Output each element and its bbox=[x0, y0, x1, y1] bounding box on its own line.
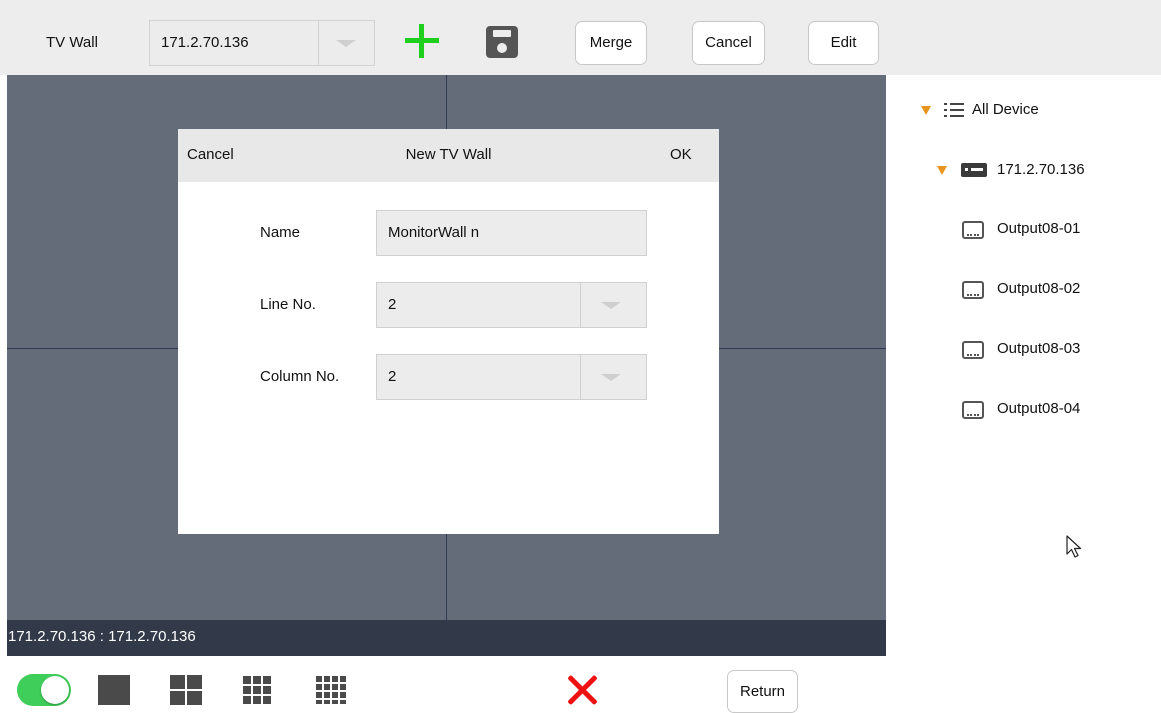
video-output-icon bbox=[962, 281, 984, 299]
device-select[interactable]: 171.2.70.136 bbox=[149, 20, 375, 66]
chevron-down-icon bbox=[601, 374, 621, 381]
merge-button[interactable]: Merge bbox=[575, 21, 647, 65]
plus-icon-bar-v bbox=[419, 24, 424, 58]
column-no-select[interactable]: 2 bbox=[376, 354, 647, 400]
dialog-title: New TV Wall bbox=[405, 146, 492, 163]
layout-3x3-icon[interactable] bbox=[243, 676, 273, 704]
edit-button[interactable]: Edit bbox=[808, 21, 879, 65]
name-label: Name bbox=[260, 224, 301, 241]
tree-item-label: All Device bbox=[972, 101, 1039, 118]
display-toggle[interactable] bbox=[17, 674, 71, 706]
new-tv-wall-dialog: Cancel New TV Wall OK Name MonitorWall n… bbox=[178, 129, 719, 534]
tree-item-label: Output08-01 bbox=[997, 220, 1081, 237]
tree-item-label: 171.2.70.136 bbox=[997, 161, 1085, 178]
name-input-value: MonitorWall n bbox=[388, 224, 480, 241]
dialog-ok-button[interactable]: OK bbox=[670, 146, 692, 163]
expand-arrow-icon[interactable] bbox=[921, 106, 931, 115]
tree-item-output[interactable]: Output08-01 bbox=[962, 218, 1142, 242]
tree-item-label: Output08-03 bbox=[997, 340, 1081, 357]
name-input[interactable]: MonitorWall n bbox=[376, 210, 647, 256]
tree-item-label: Output08-04 bbox=[997, 400, 1081, 417]
cancel-button[interactable]: Cancel bbox=[692, 21, 765, 65]
tree-item-output[interactable]: Output08-04 bbox=[962, 398, 1142, 422]
return-button[interactable]: Return bbox=[727, 670, 798, 713]
video-output-icon bbox=[962, 401, 984, 419]
tv-wall-label: TV Wall bbox=[46, 34, 98, 51]
layout-2x2-icon[interactable] bbox=[170, 675, 202, 705]
line-no-value: 2 bbox=[388, 296, 397, 313]
tree-item-label: Output08-02 bbox=[997, 280, 1081, 297]
expand-arrow-icon[interactable] bbox=[937, 166, 947, 175]
tree-item-all-device[interactable]: All Device bbox=[921, 100, 1121, 120]
toolbar: TV Wall 171.2.70.136 Merge Cancel Edit bbox=[0, 0, 1161, 75]
close-icon[interactable] bbox=[567, 674, 598, 706]
layout-4x4-icon[interactable] bbox=[316, 676, 346, 704]
save-icon-disk bbox=[497, 43, 507, 53]
video-output-icon bbox=[962, 221, 984, 239]
select-divider bbox=[580, 355, 581, 399]
wall-status-bar: 171.2.70.136 : 171.2.70.136 bbox=[7, 620, 886, 656]
tree-item-device[interactable]: 171.2.70.136 bbox=[937, 160, 1137, 180]
select-divider bbox=[580, 283, 581, 327]
layout-1x1-icon[interactable] bbox=[98, 675, 130, 705]
dialog-header: Cancel New TV Wall OK bbox=[178, 129, 719, 182]
dvr-device-icon bbox=[961, 163, 987, 177]
tree-item-output[interactable]: Output08-02 bbox=[962, 278, 1142, 302]
select-divider bbox=[318, 21, 319, 65]
column-no-label: Column No. bbox=[260, 368, 340, 385]
tree-item-output[interactable]: Output08-03 bbox=[962, 338, 1142, 362]
mouse-cursor-icon bbox=[1066, 535, 1082, 558]
chevron-down-icon bbox=[336, 40, 356, 47]
save-icon[interactable] bbox=[486, 26, 518, 58]
save-icon-label bbox=[493, 30, 511, 37]
chevron-down-icon bbox=[601, 302, 621, 309]
column-no-value: 2 bbox=[388, 368, 397, 385]
toggle-knob bbox=[41, 676, 69, 704]
device-select-value: 171.2.70.136 bbox=[161, 34, 249, 51]
plus-icon[interactable] bbox=[405, 24, 439, 58]
video-output-icon bbox=[962, 341, 984, 359]
line-no-label: Line No. bbox=[260, 296, 316, 313]
list-icon bbox=[944, 103, 964, 117]
line-no-select[interactable]: 2 bbox=[376, 282, 647, 328]
